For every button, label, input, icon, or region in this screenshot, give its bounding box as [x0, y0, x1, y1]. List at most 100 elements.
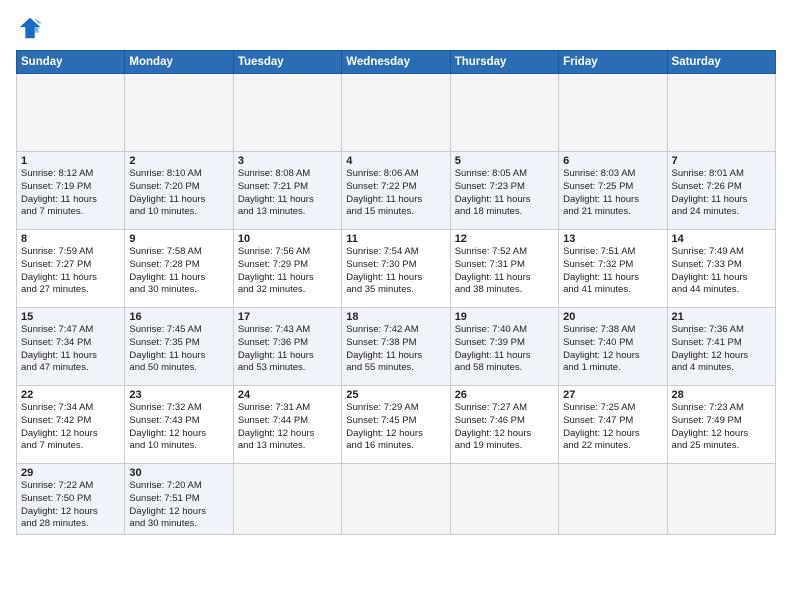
- day-number: 9: [129, 233, 228, 245]
- day-number: 8: [21, 233, 120, 245]
- day-info-line: and 47 minutes.: [21, 362, 120, 375]
- day-info-line: Daylight: 12 hours: [21, 428, 120, 441]
- calendar-cell: 19Sunrise: 7:40 AMSunset: 7:39 PMDayligh…: [450, 308, 558, 386]
- day-info-line: Sunrise: 7:27 AM: [455, 402, 554, 415]
- calendar-cell: [125, 74, 233, 152]
- day-info-line: Sunrise: 7:56 AM: [238, 246, 337, 259]
- day-info-line: and 30 minutes.: [129, 518, 228, 531]
- day-info-line: Daylight: 11 hours: [563, 272, 662, 285]
- calendar-week-row: 1Sunrise: 8:12 AMSunset: 7:19 PMDaylight…: [17, 152, 776, 230]
- calendar-week-row: 29Sunrise: 7:22 AMSunset: 7:50 PMDayligh…: [17, 464, 776, 535]
- day-info-line: Daylight: 11 hours: [455, 194, 554, 207]
- day-info-line: Daylight: 12 hours: [21, 506, 120, 519]
- calendar-week-row: [17, 74, 776, 152]
- day-info-line: and 21 minutes.: [563, 206, 662, 219]
- day-info-line: Sunrise: 7:36 AM: [672, 324, 771, 337]
- day-info-line: Sunrise: 7:22 AM: [21, 480, 120, 493]
- day-info-line: Sunset: 7:26 PM: [672, 181, 771, 194]
- day-info-line: Sunrise: 8:05 AM: [455, 168, 554, 181]
- day-info-line: Sunset: 7:50 PM: [21, 493, 120, 506]
- day-number: 28: [672, 389, 771, 401]
- day-info-line: Sunset: 7:29 PM: [238, 259, 337, 272]
- calendar-table: SundayMondayTuesdayWednesdayThursdayFrid…: [16, 50, 776, 535]
- day-info-line: Daylight: 11 hours: [672, 194, 771, 207]
- day-info-line: Daylight: 12 hours: [129, 428, 228, 441]
- day-info-line: and 50 minutes.: [129, 362, 228, 375]
- day-number: 7: [672, 155, 771, 167]
- day-info-line: Sunset: 7:20 PM: [129, 181, 228, 194]
- calendar-cell: 11Sunrise: 7:54 AMSunset: 7:30 PMDayligh…: [342, 230, 450, 308]
- day-info-line: Sunrise: 7:43 AM: [238, 324, 337, 337]
- day-number: 26: [455, 389, 554, 401]
- day-info-line: Sunset: 7:41 PM: [672, 337, 771, 350]
- day-info-line: Sunrise: 8:12 AM: [21, 168, 120, 181]
- calendar-cell: 25Sunrise: 7:29 AMSunset: 7:45 PMDayligh…: [342, 386, 450, 464]
- day-info-line: Sunset: 7:36 PM: [238, 337, 337, 350]
- calendar-cell: [667, 74, 775, 152]
- day-header-sunday: Sunday: [17, 51, 125, 74]
- calendar-cell: 8Sunrise: 7:59 AMSunset: 7:27 PMDaylight…: [17, 230, 125, 308]
- day-info-line: Sunrise: 7:51 AM: [563, 246, 662, 259]
- day-number: 10: [238, 233, 337, 245]
- day-info-line: Daylight: 11 hours: [346, 350, 445, 363]
- day-number: 17: [238, 311, 337, 323]
- day-number: 1: [21, 155, 120, 167]
- day-info-line: Sunrise: 8:10 AM: [129, 168, 228, 181]
- day-info-line: Sunset: 7:43 PM: [129, 415, 228, 428]
- day-info-line: Sunrise: 8:06 AM: [346, 168, 445, 181]
- calendar-cell: 21Sunrise: 7:36 AMSunset: 7:41 PMDayligh…: [667, 308, 775, 386]
- day-info-line: Daylight: 12 hours: [672, 350, 771, 363]
- day-info-line: and 7 minutes.: [21, 206, 120, 219]
- day-info-line: Sunset: 7:44 PM: [238, 415, 337, 428]
- day-info-line: Sunset: 7:34 PM: [21, 337, 120, 350]
- day-info-line: Daylight: 11 hours: [672, 272, 771, 285]
- calendar-cell: 28Sunrise: 7:23 AMSunset: 7:49 PMDayligh…: [667, 386, 775, 464]
- calendar-cell: [342, 464, 450, 535]
- day-info-line: Sunrise: 8:03 AM: [563, 168, 662, 181]
- page-container: SundayMondayTuesdayWednesdayThursdayFrid…: [0, 0, 792, 612]
- day-info-line: Sunrise: 8:01 AM: [672, 168, 771, 181]
- day-header-wednesday: Wednesday: [342, 51, 450, 74]
- day-info-line: Sunset: 7:35 PM: [129, 337, 228, 350]
- day-info-line: Daylight: 11 hours: [129, 194, 228, 207]
- day-info-line: Sunset: 7:21 PM: [238, 181, 337, 194]
- calendar-week-row: 8Sunrise: 7:59 AMSunset: 7:27 PMDaylight…: [17, 230, 776, 308]
- calendar-cell: 9Sunrise: 7:58 AMSunset: 7:28 PMDaylight…: [125, 230, 233, 308]
- day-info-line: Sunrise: 7:58 AM: [129, 246, 228, 259]
- day-info-line: and 28 minutes.: [21, 518, 120, 531]
- day-info-line: Daylight: 12 hours: [563, 350, 662, 363]
- day-info-line: Daylight: 12 hours: [455, 428, 554, 441]
- day-number: 20: [563, 311, 662, 323]
- calendar-cell: 12Sunrise: 7:52 AMSunset: 7:31 PMDayligh…: [450, 230, 558, 308]
- day-number: 27: [563, 389, 662, 401]
- day-info-line: Daylight: 11 hours: [129, 272, 228, 285]
- day-info-line: Sunset: 7:51 PM: [129, 493, 228, 506]
- day-info-line: Daylight: 11 hours: [238, 350, 337, 363]
- day-info-line: and 1 minute.: [563, 362, 662, 375]
- calendar-cell: [667, 464, 775, 535]
- day-info-line: Sunset: 7:31 PM: [455, 259, 554, 272]
- calendar-cell: [559, 464, 667, 535]
- day-info-line: Daylight: 11 hours: [455, 272, 554, 285]
- day-info-line: Sunrise: 7:42 AM: [346, 324, 445, 337]
- day-info-line: Sunrise: 7:38 AM: [563, 324, 662, 337]
- day-number: 6: [563, 155, 662, 167]
- calendar-cell: 18Sunrise: 7:42 AMSunset: 7:38 PMDayligh…: [342, 308, 450, 386]
- calendar-cell: 23Sunrise: 7:32 AMSunset: 7:43 PMDayligh…: [125, 386, 233, 464]
- day-info-line: and 19 minutes.: [455, 440, 554, 453]
- calendar-cell: 26Sunrise: 7:27 AMSunset: 7:46 PMDayligh…: [450, 386, 558, 464]
- day-info-line: Sunset: 7:46 PM: [455, 415, 554, 428]
- day-number: 13: [563, 233, 662, 245]
- day-info-line: and 35 minutes.: [346, 284, 445, 297]
- day-info-line: Sunrise: 7:20 AM: [129, 480, 228, 493]
- calendar-week-row: 22Sunrise: 7:34 AMSunset: 7:42 PMDayligh…: [17, 386, 776, 464]
- calendar-cell: [17, 74, 125, 152]
- day-info-line: Sunrise: 7:59 AM: [21, 246, 120, 259]
- calendar-cell: 24Sunrise: 7:31 AMSunset: 7:44 PMDayligh…: [233, 386, 341, 464]
- day-info-line: Daylight: 12 hours: [346, 428, 445, 441]
- day-info-line: Sunrise: 8:08 AM: [238, 168, 337, 181]
- calendar-cell: 3Sunrise: 8:08 AMSunset: 7:21 PMDaylight…: [233, 152, 341, 230]
- day-info-line: Daylight: 11 hours: [346, 272, 445, 285]
- day-info-line: Sunrise: 7:31 AM: [238, 402, 337, 415]
- day-info-line: Sunset: 7:22 PM: [346, 181, 445, 194]
